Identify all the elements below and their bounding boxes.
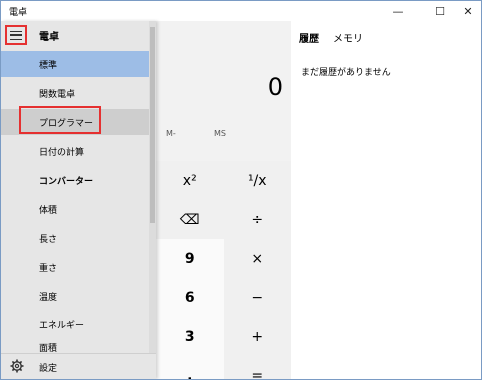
nav-item-volume[interactable]: 体積: [1, 196, 149, 222]
nav-item-temperature[interactable]: 温度: [1, 283, 149, 309]
nav-item-label: 長さ: [39, 234, 58, 245]
minimize-icon: —: [392, 4, 404, 18]
memory-minus-button[interactable]: M-: [166, 129, 176, 138]
backspace-button[interactable]: ⌫: [156, 200, 224, 239]
display-area: 0 M- MS: [156, 21, 291, 181]
maximize-icon: ☐: [435, 4, 445, 18]
history-pane: 履歴 メモリ まだ履歴がありません: [291, 21, 481, 379]
window-title: 電卓: [9, 8, 28, 18]
equals-button[interactable]: =: [223, 356, 291, 380]
nav-item-label: 体積: [39, 205, 58, 216]
nav-item-label: 関数電卓: [39, 89, 76, 100]
settings-label: 設定: [39, 364, 58, 374]
digit-9-label: 9: [184, 250, 195, 267]
nav-section-converter: コンバーター: [1, 167, 149, 193]
minimize-button[interactable]: —: [381, 1, 415, 21]
decimal-button[interactable]: .: [156, 356, 224, 380]
nav-item-label: エネルギー: [39, 320, 85, 331]
minus-label: −: [251, 289, 264, 306]
nav-item-weight[interactable]: 重さ: [1, 254, 149, 280]
memory-store-button[interactable]: MS: [214, 129, 226, 138]
nav-title: 電卓: [39, 32, 59, 43]
multiply-button[interactable]: ×: [223, 239, 291, 278]
tab-history[interactable]: 履歴: [299, 30, 319, 45]
plus-label: +: [251, 328, 264, 345]
calculator-window: 電卓 — ☐ ✕ 0 M- MS x² ¹/x ⌫ ÷ 9 × 6 − 3 + …: [0, 0, 482, 380]
plus-button[interactable]: +: [223, 317, 291, 356]
gear-icon: [10, 359, 24, 373]
multiply-label: ×: [251, 250, 264, 267]
navigation-pane: 電卓 標準 関数電卓 プログラマー 日付の計算 コンバーター 体積 長さ 重さ …: [1, 21, 156, 379]
annotation-highlight-box: [19, 106, 101, 134]
close-icon: ✕: [463, 4, 473, 18]
reciprocal-button[interactable]: ¹/x: [223, 161, 291, 200]
equals-label: =: [251, 367, 264, 380]
title-bar: 電卓 — ☐ ✕: [1, 1, 481, 21]
nav-section-label: コンバーター: [39, 176, 94, 187]
nav-item-label: 温度: [39, 292, 58, 303]
hamburger-menu-button[interactable]: [5, 25, 27, 45]
nav-scroll-thumb[interactable]: [150, 27, 155, 223]
nav-item-standard[interactable]: 標準: [1, 51, 149, 77]
nav-item-label: 面積: [39, 344, 58, 353]
digit-3-label: 3: [184, 328, 195, 345]
digit-6-label: 6: [184, 289, 195, 306]
backspace-icon: ⌫: [179, 211, 200, 228]
tab-memory[interactable]: メモリ: [333, 30, 363, 45]
keypad: x² ¹/x ⌫ ÷ 9 × 6 − 3 + . =: [156, 161, 291, 380]
reciprocal-label: ¹/x: [247, 172, 267, 189]
digit-3-button[interactable]: 3: [156, 317, 224, 356]
square-label: x²: [182, 172, 197, 189]
nav-item-label: 日付の計算: [39, 147, 85, 158]
divide-label: ÷: [251, 211, 264, 228]
decimal-label: .: [187, 367, 193, 380]
hamburger-icon: [10, 30, 22, 40]
history-empty-message: まだ履歴がありません: [301, 68, 391, 78]
square-button[interactable]: x²: [156, 161, 224, 200]
digit-9-button[interactable]: 9: [156, 239, 224, 278]
nav-item-label: 標準: [39, 60, 58, 71]
nav-item-length[interactable]: 長さ: [1, 225, 149, 251]
display-value: 0: [267, 73, 283, 101]
close-button[interactable]: ✕: [451, 1, 481, 21]
divide-button[interactable]: ÷: [223, 200, 291, 239]
nav-item-date-calculation[interactable]: 日付の計算: [1, 138, 149, 164]
nav-item-scientific[interactable]: 関数電卓: [1, 80, 149, 106]
nav-item-area[interactable]: 面積: [1, 339, 149, 353]
minus-button[interactable]: −: [223, 278, 291, 317]
nav-item-energy[interactable]: エネルギー: [1, 311, 149, 337]
nav-item-label: 重さ: [39, 263, 58, 274]
digit-6-button[interactable]: 6: [156, 278, 224, 317]
main-area: 0 M- MS x² ¹/x ⌫ ÷ 9 × 6 − 3 + . = 履歴 メモ…: [1, 21, 481, 379]
nav-scrollbar[interactable]: [149, 21, 156, 359]
settings-button[interactable]: 設定: [1, 353, 156, 379]
